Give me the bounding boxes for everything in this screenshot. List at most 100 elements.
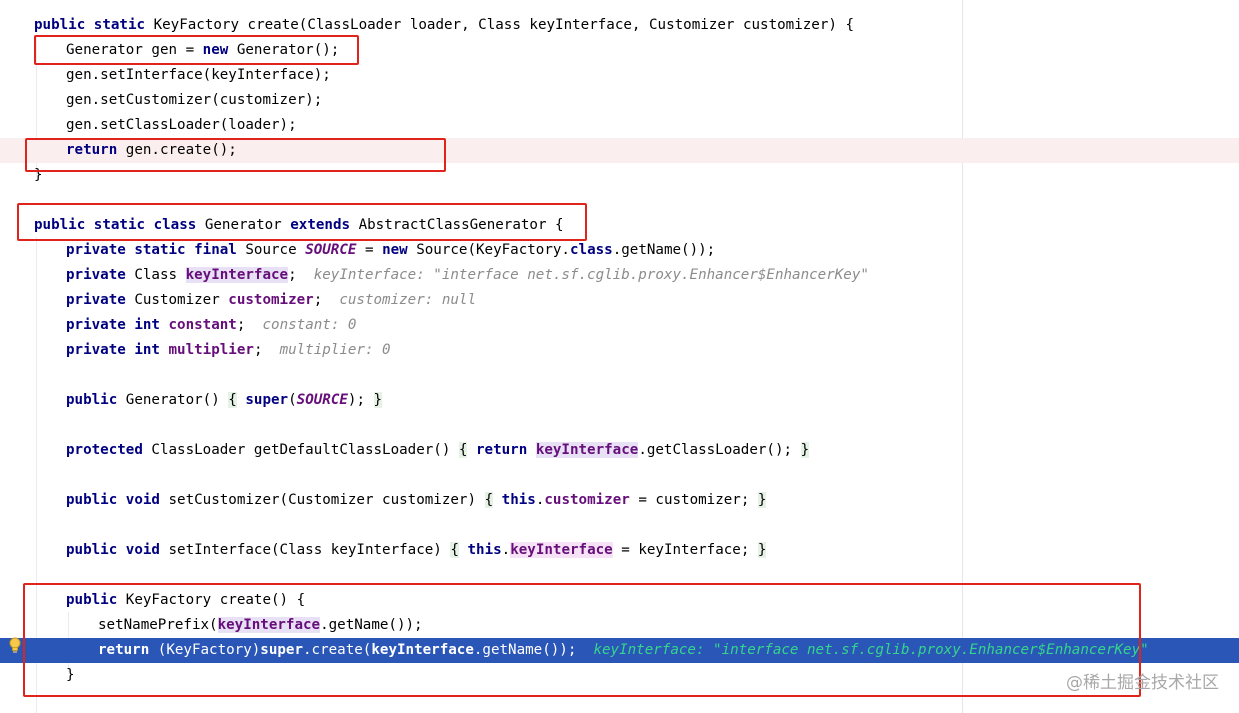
- code-text: protected ClassLoader getDefaultClassLoa…: [66, 438, 810, 463]
- code-token: customizer: [544, 492, 630, 508]
- code-token: multiplier: [168, 342, 254, 358]
- code-token: = keyInterface;: [612, 542, 758, 558]
- code-token: private int: [66, 317, 160, 333]
- code-token: }: [800, 442, 810, 458]
- code-line[interactable]: private int multiplier; multiplier: 0: [0, 338, 1239, 363]
- code-line[interactable]: private static final Source SOURCE = new…: [0, 238, 1239, 263]
- code-line[interactable]: private Class keyInterface; keyInterface…: [0, 263, 1239, 288]
- code-text: gen.setCustomizer(customizer);: [66, 88, 322, 113]
- code-line[interactable]: private Customizer customizer; customize…: [0, 288, 1239, 313]
- code-token: {: [450, 542, 459, 558]
- code-token: public void: [66, 492, 160, 508]
- code-token: Source(KeyFactory.: [407, 242, 570, 258]
- code-token: protected: [66, 442, 143, 458]
- code-token: SOURCE: [296, 392, 348, 408]
- code-token: public static: [34, 17, 146, 33]
- code-text: private int multiplier; multiplier: 0: [66, 338, 391, 363]
- code-token: public void: [66, 542, 160, 558]
- watermark: @稀土掘金技术社区: [1066, 673, 1219, 693]
- code-line[interactable]: private int constant; constant: 0: [0, 313, 1239, 338]
- lightbulb-icon[interactable]: [8, 637, 22, 655]
- code-token: .: [501, 542, 511, 558]
- code-token: setInterface(Class keyInterface): [159, 542, 451, 558]
- annotation-box-return-create: [25, 138, 446, 172]
- code-token: }: [757, 492, 767, 508]
- code-token: gen.setClassLoader(loader);: [66, 117, 297, 133]
- code-line[interactable]: [0, 413, 1239, 438]
- code-editor[interactable]: public static KeyFactory create(ClassLoa…: [0, 0, 1239, 713]
- code-token: );: [347, 392, 374, 408]
- code-text: private Customizer customizer; customize…: [66, 288, 476, 313]
- code-token: ClassLoader getDefaultClassLoader(): [142, 442, 459, 458]
- code-line[interactable]: gen.setCustomizer(customizer);: [0, 88, 1239, 113]
- inline-debug-value: constant: 0: [262, 317, 357, 333]
- code-line[interactable]: public Generator() { super(SOURCE); }: [0, 388, 1239, 413]
- code-token: private int: [66, 342, 160, 358]
- code-line[interactable]: protected ClassLoader getDefaultClassLoa…: [0, 438, 1239, 463]
- code-token: private: [66, 267, 126, 283]
- code-line[interactable]: public void setInterface(Class keyInterf…: [0, 538, 1239, 563]
- code-token: Customizer: [125, 292, 229, 308]
- code-text: public Generator() { super(SOURCE); }: [66, 388, 383, 413]
- code-token: KeyFactory create(ClassLoader loader, Cl…: [145, 17, 854, 33]
- code-text: private int constant; constant: 0: [66, 313, 356, 338]
- code-token: ;: [236, 317, 263, 333]
- code-token: private: [66, 292, 126, 308]
- annotation-box-create-method: [23, 583, 1141, 697]
- code-token: new: [382, 242, 408, 258]
- code-token: class: [569, 242, 613, 258]
- code-text: gen.setInterface(keyInterface);: [66, 63, 331, 88]
- code-line[interactable]: public void setCustomizer(Customizer cus…: [0, 488, 1239, 513]
- code-line[interactable]: [0, 463, 1239, 488]
- code-token: }: [373, 392, 383, 408]
- code-text: private Class keyInterface; keyInterface…: [66, 263, 869, 288]
- code-line[interactable]: [0, 363, 1239, 388]
- code-token: keyInterface: [185, 267, 289, 283]
- annotation-box-generator-new: [34, 35, 359, 65]
- code-text: private static final Source SOURCE = new…: [66, 238, 715, 263]
- code-token: }: [757, 542, 767, 558]
- code-token: keyInterface: [510, 542, 613, 558]
- code-token: this: [501, 492, 536, 508]
- code-token: keyInterface: [535, 442, 639, 458]
- code-token: this: [467, 542, 502, 558]
- code-line[interactable]: gen.setInterface(keyInterface);: [0, 63, 1239, 88]
- code-token: .getClassLoader();: [638, 442, 801, 458]
- code-line[interactable]: gen.setClassLoader(loader);: [0, 113, 1239, 138]
- code-token: ;: [253, 342, 280, 358]
- code-token: return: [476, 442, 528, 458]
- annotation-box-class-generator: [17, 203, 587, 241]
- code-token: gen.setInterface(keyInterface);: [66, 67, 331, 83]
- code-token: gen.setCustomizer(customizer);: [66, 92, 323, 108]
- code-text: public void setCustomizer(Customizer cus…: [66, 488, 767, 513]
- code-token: (: [288, 392, 297, 408]
- code-token: ;: [288, 267, 314, 283]
- code-token: super: [245, 392, 289, 408]
- code-token: = customizer;: [629, 492, 758, 508]
- code-token: =: [356, 242, 383, 258]
- code-token: {: [484, 492, 494, 508]
- code-token: Source: [236, 242, 306, 258]
- code-token: setCustomizer(Customizer customizer): [159, 492, 485, 508]
- code-token: Generator(): [117, 392, 229, 408]
- code-line[interactable]: [0, 513, 1239, 538]
- code-token: SOURCE: [305, 242, 357, 258]
- inline-debug-value: multiplier: 0: [279, 342, 391, 358]
- code-token: {: [228, 392, 237, 408]
- code-token: Class: [125, 267, 186, 283]
- code-token: public: [66, 392, 118, 408]
- code-token: ;: [313, 292, 340, 308]
- code-text: gen.setClassLoader(loader);: [66, 113, 297, 138]
- code-token: constant: [168, 317, 237, 333]
- code-token: .getName());: [612, 242, 716, 258]
- code-text: public void setInterface(Class keyInterf…: [66, 538, 767, 563]
- inline-debug-value: keyInterface: "interface net.sf.cglib.pr…: [313, 267, 869, 283]
- inline-debug-value: customizer: null: [339, 292, 477, 308]
- code-token: customizer: [228, 292, 314, 308]
- code-token: private static final: [66, 242, 237, 258]
